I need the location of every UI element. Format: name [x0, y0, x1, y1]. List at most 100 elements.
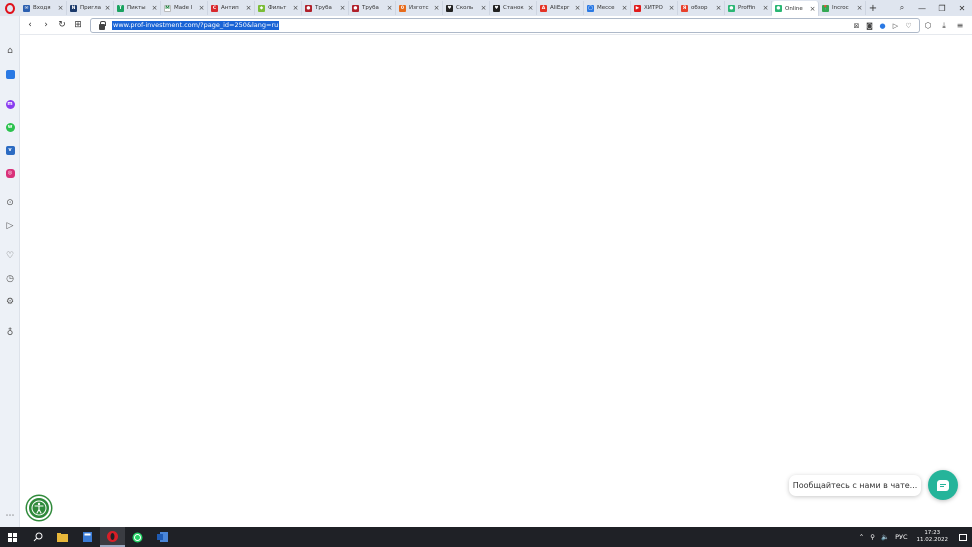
minimize-button[interactable]: — [912, 4, 932, 13]
browser-tab[interactable]: M Made I × [161, 1, 208, 15]
extensions-cube-icon[interactable]: ⬡ [920, 21, 936, 30]
whatsapp-icon[interactable]: w [3, 120, 17, 134]
history-clock-icon[interactable]: ◷ [3, 272, 17, 286]
vpn-shield-icon[interactable]: ● [876, 22, 889, 30]
new-tab-button[interactable]: + [866, 3, 880, 14]
tab-close-icon[interactable]: × [856, 4, 863, 12]
action-center-button[interactable] [954, 527, 972, 547]
tab-title: Станок [503, 5, 524, 11]
browser-tab[interactable]: 0 Изготс × [396, 1, 443, 15]
tab-title: ХИТРО [644, 5, 663, 11]
tab-close-icon[interactable]: × [386, 4, 393, 12]
tab-close-icon[interactable]: × [668, 4, 675, 12]
browser-tab[interactable]: ● Труба × [349, 1, 396, 15]
taskbar-file-explorer[interactable] [50, 527, 75, 547]
more-dots-icon[interactable]: ⋯ [3, 509, 17, 523]
chat-icon [937, 479, 949, 491]
chat-prompt-bubble[interactable]: Пообщайтесь с нами в чате... [789, 475, 921, 496]
taskbar-calculator[interactable] [75, 527, 100, 547]
close-window-button[interactable]: ✕ [952, 4, 972, 13]
browser-tab[interactable]: ♥ Сколь × [443, 1, 490, 15]
tab-close-icon[interactable]: × [527, 4, 534, 12]
tab-close-icon[interactable]: × [292, 4, 299, 12]
start-button[interactable] [0, 527, 25, 547]
tab-close-icon[interactable]: × [151, 4, 158, 12]
settings-gear-icon[interactable]: ⚙ [3, 295, 17, 309]
tab-close-icon[interactable]: × [57, 4, 64, 12]
restore-button[interactable]: ❐ [932, 4, 952, 13]
opera-menu-button[interactable] [0, 0, 20, 16]
tab-title: Пикты [127, 5, 146, 11]
tab-title: Антип [221, 5, 239, 11]
address-bar-tools: ⊠ ◙ ● ▷ ♡ [850, 19, 915, 32]
browser-tab[interactable]: C Антип × [208, 1, 255, 15]
network-icon[interactable]: ⚲ [867, 533, 878, 541]
tab-close-icon[interactable]: × [715, 4, 722, 12]
vk-icon[interactable]: v [3, 143, 17, 157]
browser-tab[interactable]: ◆ Фильт × [255, 1, 302, 15]
tab-grid-button[interactable]: ⊞ [70, 20, 86, 30]
messenger-icon[interactable]: m [3, 97, 17, 111]
send-to-icon[interactable]: ▷ [889, 22, 902, 30]
tab-close-icon[interactable]: × [480, 4, 487, 12]
snapshot-camera-icon[interactable]: ◙ [863, 22, 876, 30]
tab-close-icon[interactable]: × [245, 4, 252, 12]
speed-dial-icon[interactable] [3, 67, 17, 81]
page-content: Пообщайтесь с нами в чате... [21, 36, 972, 527]
forward-button[interactable]: › [38, 20, 54, 30]
taskbar-word[interactable] [150, 527, 175, 547]
lock-icon[interactable] [99, 20, 106, 30]
browser-tab[interactable]: N Пригла × [67, 1, 114, 15]
browser-tab[interactable]: ● Online × [772, 1, 819, 16]
tab-close-icon[interactable]: × [762, 4, 769, 12]
browser-tab[interactable]: ◯ Мессе × [584, 1, 631, 15]
tab-close-icon[interactable]: × [809, 5, 816, 13]
easy-setup-menu-icon[interactable]: ≡ [952, 21, 968, 30]
browser-tab[interactable]: ♥ Станок × [490, 1, 537, 15]
tab-close-icon[interactable]: × [339, 4, 346, 12]
bookmark-heart-icon[interactable]: ♡ [902, 22, 915, 30]
reload-button[interactable]: ↻ [54, 20, 70, 30]
send-icon[interactable]: ▷ [3, 219, 17, 233]
browser-tab[interactable]: ▶ ХИТРО × [631, 1, 678, 15]
tab-close-icon[interactable]: × [104, 4, 111, 12]
browser-window: ✉ Входя × N Пригла × T Пикты × M Made I × C Антип × ◆ Фи… [0, 0, 972, 547]
tab-favicon-icon: ✉ [23, 4, 30, 12]
back-button[interactable]: ‹ [22, 20, 38, 30]
home-icon[interactable]: ⌂ [3, 44, 17, 58]
language-indicator[interactable]: РУС [892, 533, 910, 541]
player-icon[interactable]: ⊙ [3, 196, 17, 210]
lightbulb-icon[interactable]: ♁ [3, 326, 17, 340]
accessibility-button[interactable] [27, 496, 51, 520]
search-button[interactable] [25, 527, 50, 547]
volume-icon[interactable]: 🔈 [878, 533, 892, 541]
taskbar-opera[interactable] [100, 527, 125, 547]
clock[interactable]: 17:23 11.02.2022 [911, 530, 955, 544]
chat-open-button[interactable] [928, 470, 958, 500]
taskbar-whatsapp[interactable] [125, 527, 150, 547]
bookmarks-heart-icon[interactable]: ♡ [3, 249, 17, 263]
browser-tab[interactable]: Яобзор × [678, 1, 725, 15]
tray-overflow-chevron-icon[interactable]: ⌃ [856, 533, 867, 541]
tab-close-icon[interactable]: × [433, 4, 440, 12]
browser-tab[interactable]: T Пикты × [114, 1, 161, 15]
downloads-icon[interactable]: ⤓ [936, 21, 952, 31]
browser-tab[interactable]: A AliExpr × [537, 1, 584, 15]
browser-tab[interactable]: ✉ Входя × [20, 1, 67, 15]
browser-tab[interactable]: 📍 Incroc × [819, 1, 866, 15]
tab-favicon-icon: ● [728, 4, 735, 12]
tab-close-icon[interactable]: × [574, 4, 581, 12]
url-text[interactable]: www.prof-investment.com/?page_id=250&lan… [112, 21, 280, 30]
tab-title: Входя [33, 5, 51, 11]
tab-close-icon[interactable]: × [621, 4, 628, 12]
tab-title: Фильт [268, 5, 287, 11]
browser-tab[interactable]: ● Труба × [302, 1, 349, 15]
browser-tab[interactable]: ● Proffin × [725, 1, 772, 15]
address-bar[interactable]: www.prof-investment.com/?page_id=250&lan… [90, 18, 920, 33]
navigation-bar: ‹ › ↻ ⊞ www.prof-investment.com/?page_id… [20, 16, 972, 35]
tab-search-icon[interactable]: ⌕ [892, 3, 912, 13]
tab-close-icon[interactable]: × [198, 4, 205, 12]
translate-icon[interactable]: ⊠ [850, 22, 863, 30]
calculator-icon [83, 532, 92, 542]
instagram-icon[interactable]: ◎ [3, 166, 17, 180]
